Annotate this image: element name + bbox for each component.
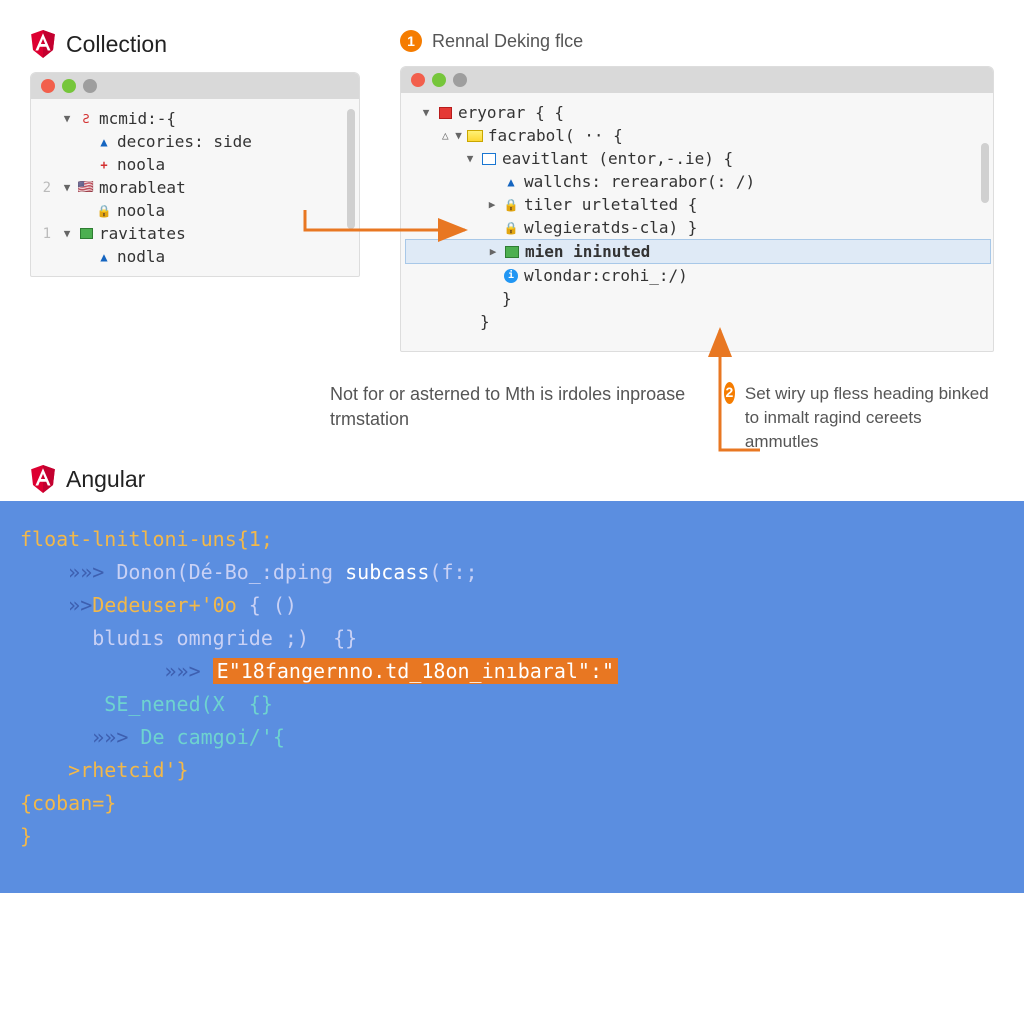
tree-row[interactable]: i wlondar:crohi_:/) (407, 264, 989, 287)
zoom-icon[interactable] (83, 79, 97, 93)
tree-row[interactable]: 2 ▼ 🇺🇸 morableat (37, 176, 355, 199)
tag-icon (504, 245, 520, 259)
code-line: SE_nened(X {} (20, 688, 1004, 721)
tree-row[interactable]: } (407, 310, 989, 333)
window-titlebar (401, 67, 993, 93)
tree-row[interactable]: 🔒 wlegieratds-cla) } (407, 216, 989, 239)
class-icon: ▲ (96, 250, 112, 264)
code-line: float-lnitloni-uns{1; (20, 523, 1004, 556)
module-icon (78, 227, 94, 241)
info-icon: i (503, 269, 519, 283)
blank-icon (459, 315, 475, 329)
tree-row[interactable]: ▼ eryorar { { (407, 101, 989, 124)
code-line: >rhetcid'} (20, 754, 1004, 787)
code-line: »»> Donon(Dé-Bo_:dping subcass(f:; (20, 556, 1004, 589)
code-line: } (20, 820, 1004, 853)
zoom-icon[interactable] (453, 73, 467, 87)
tree-label: eavitlant (entor,-.ie) { (502, 149, 733, 168)
disclosure-triangle-icon[interactable]: ▼ (61, 227, 73, 240)
close-icon[interactable] (411, 73, 425, 87)
disclosure-triangle-icon[interactable]: ▼ (420, 106, 432, 119)
angular-shield-icon (30, 465, 56, 493)
right-tree[interactable]: ▼ eryorar { { △ ▼ facrabol( ·· { ▼ eavitlant … (401, 93, 993, 351)
tree-label: facrabol( ·· { (488, 126, 623, 145)
tree-row[interactable]: △ ▼ facrabol( ·· { (407, 124, 989, 147)
mid-heading: Angular (30, 465, 1024, 493)
tree-label: wlondar:crohi_:/) (524, 266, 688, 285)
mid-heading-text: Angular (66, 466, 145, 493)
tree-label: eryorar { { (458, 103, 564, 122)
step-1-badge: 1 (400, 30, 422, 52)
tree-row[interactable]: } (407, 287, 989, 310)
close-icon[interactable] (41, 79, 55, 93)
disclosure-triangle-icon[interactable]: ▶ (487, 245, 499, 258)
class-icon: ▲ (96, 135, 112, 149)
left-tree-window: ▼ Ƨmcmid:-{ ▲ decories: side + noola 2 ▼ 🇺🇸 morab… (30, 72, 360, 277)
disclosure-triangle-icon[interactable]: ▼ (464, 152, 476, 165)
gutter: 2 (37, 180, 51, 196)
s-icon: Ƨ (78, 112, 94, 126)
tree-label: wlegieratds-cla) } (524, 218, 697, 237)
folder-icon (467, 129, 483, 143)
blank-icon (481, 292, 497, 306)
lock-icon: 🔒 (503, 221, 519, 235)
disclosure-triangle-icon[interactable]: ▼ (61, 112, 73, 125)
error-icon (437, 106, 453, 120)
lock-icon: 🔒 (96, 204, 112, 218)
right-tree-window: ▼ eryorar { { △ ▼ facrabol( ·· { ▼ eavitlant … (400, 66, 994, 352)
file-icon (481, 152, 497, 166)
tree-row[interactable]: ▼ eavitlant (entor,-.ie) { (407, 147, 989, 170)
tree-row[interactable]: 🔒 noola (37, 199, 355, 222)
tree-label: tiler urletalted { (524, 195, 697, 214)
lock-icon: 🔒 (503, 198, 519, 212)
angular-shield-icon (30, 30, 56, 58)
minimize-icon[interactable] (432, 73, 446, 87)
tree-label: wallchs: rerearabor(: /) (524, 172, 755, 191)
minimize-icon[interactable] (62, 79, 76, 93)
caption-right: 2 Set wiry up fless heading binked to in… (724, 382, 994, 453)
code-line: bludıs omngride ;) {} (20, 622, 1004, 655)
step-2-text: Set wiry up fless heading binked to inma… (745, 382, 994, 453)
code-line: »»> E"18fangernno.td_18on_inıbaral":" (20, 655, 1004, 688)
tree-label: } (480, 312, 490, 331)
tree-row[interactable]: 1 ▼ ravitates (37, 222, 355, 245)
window-titlebar (31, 73, 359, 99)
left-tree[interactable]: ▼ Ƨmcmid:-{ ▲ decories: side + noola 2 ▼ 🇺🇸 morab… (31, 99, 359, 276)
tree-row[interactable]: ▲ wallchs: rerearabor(: /) (407, 170, 989, 193)
code-line: »»> De camgoi/'{ (20, 721, 1004, 754)
tree-label: noola (117, 201, 165, 220)
left-heading: Collection (30, 30, 360, 58)
tree-row[interactable]: ▲ nodla (37, 245, 355, 268)
tree-label: ravitates (99, 224, 186, 243)
right-heading: 1 Rennal Deking flce (400, 30, 994, 52)
tree-label: mcmid:-{ (99, 109, 176, 128)
tree-label: morableat (99, 178, 186, 197)
gutter: 1 (37, 226, 51, 242)
tree-row[interactable]: ▶ 🔒 tiler urletalted { (407, 193, 989, 216)
code-line: {coban=} (20, 787, 1004, 820)
caption-left: Not for or asterned to Mth is irdoles in… (30, 382, 694, 453)
tree-label: decories: side (117, 132, 252, 151)
tree-row[interactable]: ▲ decories: side (37, 130, 355, 153)
left-heading-text: Collection (66, 31, 167, 58)
scrollbar[interactable] (347, 109, 355, 229)
step-2-badge: 2 (724, 382, 735, 404)
code-line: »>Dedeuser+'0o { () (20, 589, 1004, 622)
tree-label: } (502, 289, 512, 308)
tree-label: mien ininuted (525, 242, 650, 261)
scrollbar[interactable] (981, 143, 989, 203)
tree-row[interactable]: + noola (37, 153, 355, 176)
disclosure-triangle-icon[interactable]: ▼ (61, 181, 73, 194)
code-panel[interactable]: float-lnitloni-uns{1; »»> Donon(Dé-Bo_:d… (0, 501, 1024, 893)
tree-label: noola (117, 155, 165, 174)
class-icon: ▲ (503, 175, 519, 189)
flag-icon: 🇺🇸 (78, 181, 94, 195)
tree-label: nodla (117, 247, 165, 266)
plus-icon: + (96, 158, 112, 172)
tree-row[interactable]: ▶ mien ininuted (405, 239, 991, 264)
step-1-label: Rennal Deking flce (432, 31, 583, 52)
tree-row[interactable]: ▼ Ƨmcmid:-{ (37, 107, 355, 130)
disclosure-triangle-icon[interactable]: ▶ (486, 198, 498, 211)
disclosure-triangle-icon[interactable]: △ ▼ (442, 129, 462, 142)
